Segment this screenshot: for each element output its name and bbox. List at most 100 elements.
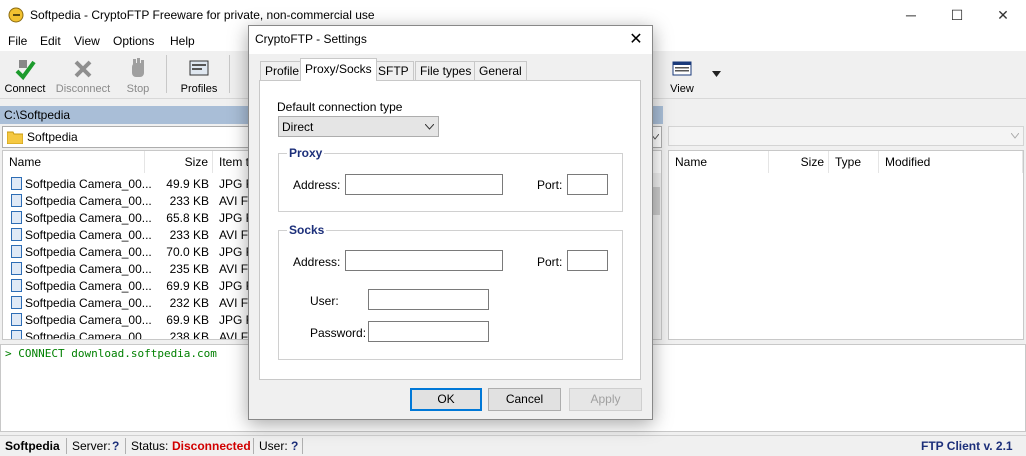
file-size: 233 KB xyxy=(169,194,209,208)
tab-proxy-socks[interactable]: Proxy/Socks xyxy=(300,58,377,81)
table-row[interactable]: Softpedia Camera_00... 49.9 KB JPG Fi xyxy=(3,175,256,192)
table-row[interactable]: Softpedia Camera_00... 233 KB AVI Fi xyxy=(3,192,253,209)
file-icon xyxy=(11,245,22,258)
status-separator xyxy=(253,438,254,454)
file-name: Softpedia Camera_00... xyxy=(25,262,152,276)
view-list-icon xyxy=(672,61,692,76)
connect-button[interactable]: Connect xyxy=(2,51,48,97)
file-size: 69.9 KB xyxy=(166,313,209,327)
connection-type-label: Default connection type xyxy=(277,100,403,114)
proxy-address-label: Address: xyxy=(293,178,341,192)
file-name: Softpedia Camera_00... xyxy=(25,313,152,327)
menu-edit[interactable]: Edit xyxy=(40,34,61,48)
socks-user-input[interactable] xyxy=(368,289,489,310)
close-button[interactable]: ✕ xyxy=(980,0,1026,31)
menu-view[interactable]: View xyxy=(74,34,100,48)
profiles-label: Profiles xyxy=(180,83,218,95)
proxy-port-input[interactable] xyxy=(567,174,608,195)
connect-icon xyxy=(15,60,36,81)
status-profile-name: Softpedia xyxy=(5,439,60,453)
column-type[interactable]: Type xyxy=(829,151,879,173)
status-version: FTP Client v. 2.1 xyxy=(921,439,1013,453)
dialog-title: CryptoFTP - Settings xyxy=(255,32,367,46)
socks-password-label: Password: xyxy=(310,326,367,340)
cancel-button[interactable]: Cancel xyxy=(488,388,561,411)
table-row[interactable]: Softpedia Camera_00... 65.8 KB JPG Fi xyxy=(3,209,256,226)
dialog-title-bar: CryptoFTP - Settings ✕ xyxy=(249,26,652,54)
toolbar-separator xyxy=(166,55,167,93)
file-name: Softpedia Camera_00... xyxy=(25,228,152,242)
apply-button[interactable]: Apply xyxy=(569,388,642,411)
table-row[interactable]: Softpedia Camera_00... 69.9 KB JPG Fi xyxy=(3,311,256,328)
app-key-icon xyxy=(8,7,24,23)
window-title: Softpedia - CryptoFTP Freeware for priva… xyxy=(30,8,375,22)
remote-file-list[interactable]: Name Size Type Modified xyxy=(668,150,1024,340)
connection-type-value: Direct xyxy=(282,120,314,134)
file-type: AVI Fi xyxy=(219,228,251,242)
file-type: AVI Fi xyxy=(219,296,251,310)
settings-dialog: CryptoFTP - Settings ✕ Profile Proxy/Soc… xyxy=(248,25,653,420)
socks-password-input[interactable] xyxy=(368,321,489,342)
stop-button[interactable]: Stop xyxy=(118,51,158,97)
column-size[interactable]: Size xyxy=(145,151,213,173)
menu-help[interactable]: Help xyxy=(170,34,195,48)
file-icon xyxy=(11,279,22,292)
tab-file-types[interactable]: File types xyxy=(415,61,477,80)
stop-label: Stop xyxy=(126,83,150,95)
file-name: Softpedia Camera_00... xyxy=(25,194,152,208)
column-name[interactable]: Name xyxy=(669,151,769,173)
column-name[interactable]: Name xyxy=(3,151,145,173)
profiles-button[interactable]: Profiles xyxy=(174,51,224,97)
ok-button[interactable]: OK xyxy=(410,388,482,411)
connection-type-select[interactable]: Direct xyxy=(278,116,439,137)
status-user-label: User: xyxy=(259,439,288,453)
file-icon xyxy=(11,296,22,309)
disconnect-button[interactable]: Disconnect xyxy=(54,51,112,97)
file-type: AVI Fi xyxy=(219,262,251,276)
view-dropdown-icon[interactable] xyxy=(712,71,721,77)
socks-group: Socks Address: Port: User: Password: xyxy=(278,223,623,360)
tab-sftp[interactable]: SFTP xyxy=(373,61,414,80)
socks-group-label: Socks xyxy=(287,223,327,237)
file-icon xyxy=(11,177,22,190)
status-separator xyxy=(302,438,303,454)
proxy-group-label: Proxy xyxy=(287,146,325,160)
table-row[interactable]: Softpedia Camera_00... 69.9 KB JPG Fi xyxy=(3,277,256,294)
table-row[interactable]: Softpedia Camera_00... 233 KB AVI Fi xyxy=(3,226,253,243)
menu-options[interactable]: Options xyxy=(113,34,154,48)
folder-icon xyxy=(7,131,23,144)
dialog-close-button[interactable]: ✕ xyxy=(624,28,648,52)
proxy-group: Proxy Address: Port: xyxy=(278,146,623,212)
file-type: AVI Fi xyxy=(219,194,251,208)
socks-user-label: User: xyxy=(310,294,339,308)
file-size: 233 KB xyxy=(169,228,209,242)
table-row[interactable]: Softpedia Camera_00... 232 KB AVI Fi xyxy=(3,294,253,311)
table-row[interactable]: Softpedia Camera_00... 70.0 KB JPG Fi xyxy=(3,243,256,260)
remote-folder-combo[interactable] xyxy=(668,126,1024,146)
toolbar-separator xyxy=(229,55,230,93)
profiles-icon xyxy=(189,60,209,76)
scrollbar-thumb[interactable] xyxy=(652,187,660,215)
socks-address-input[interactable] xyxy=(345,250,503,271)
proxy-address-input[interactable] xyxy=(345,174,503,195)
table-row[interactable]: Softpedia Camera_00... 235 KB AVI Fi xyxy=(3,260,253,277)
maximize-button[interactable]: ☐ xyxy=(934,0,980,31)
menu-file[interactable]: File xyxy=(8,34,27,48)
table-row[interactable]: Softpedia Camera_00... 238 KB AVI Fi xyxy=(3,328,253,340)
file-size: 232 KB xyxy=(169,296,209,310)
file-size: 69.9 KB xyxy=(166,279,209,293)
tab-profile[interactable]: Profile xyxy=(260,61,305,80)
file-icon xyxy=(11,330,22,339)
file-icon xyxy=(11,313,22,326)
view-button[interactable]: View xyxy=(664,51,700,97)
stop-hand-icon xyxy=(132,58,144,77)
file-name: Softpedia Camera_00... xyxy=(25,245,152,259)
column-size[interactable]: Size xyxy=(769,151,829,173)
tab-general[interactable]: General xyxy=(474,61,527,80)
status-user-value: ? xyxy=(291,439,299,453)
column-modified[interactable]: Modified xyxy=(879,151,1023,173)
file-name: Softpedia Camera_00... xyxy=(25,330,152,340)
log-line: > CONNECT download.softpedia.com xyxy=(5,347,217,360)
socks-port-input[interactable] xyxy=(567,250,608,271)
minimize-button[interactable]: ─ xyxy=(888,0,934,31)
